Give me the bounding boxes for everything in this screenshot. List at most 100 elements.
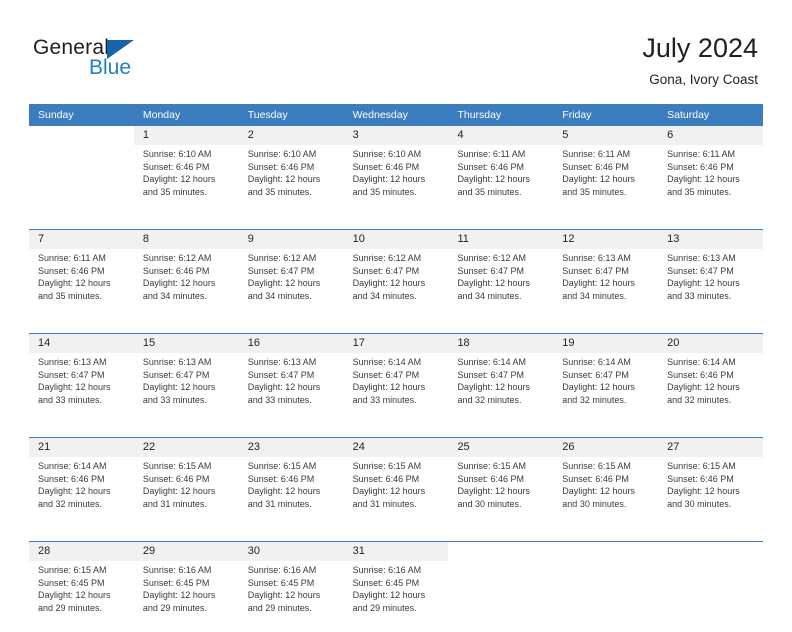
calendar-grid: Sunday Monday Tuesday Wednesday Thursday Frid… [29,104,764,632]
daylight-text: Daylight: 12 hours [247,590,321,601]
daylight-text: Daylight: 12 hours [352,486,426,497]
daylight-text-cont: and 34 minutes. [142,290,207,301]
day-number: 21 [29,438,134,457]
sunrise-text: Sunrise: 6:15 AM [142,461,212,471]
day-details [448,561,554,632]
day-number: 9 [238,230,344,249]
day-number: 16 [238,334,344,353]
daylight-text: Daylight: 12 hours [247,174,321,185]
daylight-text-cont: and 29 minutes. [352,602,417,613]
calendar-day-cell[interactable]: 22 Sunrise: 6:15 AM Sunset: 6:46 PM Dayligh… [133,438,239,528]
calendar-day-cell[interactable]: 17 Sunrise: 6:14 AM Sunset: 6:47 PM Dayligh… [343,334,449,424]
week-spacer [29,528,763,541]
day-number: 12 [553,230,659,249]
weekday-header-saturday: Saturday [667,109,710,121]
calendar-day-cell[interactable]: 23 Sunrise: 6:15 AM Sunset: 6:46 PM Dayligh… [238,438,344,528]
calendar-day-cell[interactable]: 24 Sunrise: 6:15 AM Sunset: 6:46 PM Dayligh… [343,438,449,528]
daylight-text: Daylight: 12 hours [352,174,426,185]
page-header: General Blue July 2024 Gona, Ivory Coast [0,0,792,100]
calendar-day-cell[interactable]: 8 Sunrise: 6:12 AM Sunset: 6:46 PM Daylight… [133,230,239,320]
day-number: 4 [448,126,554,145]
sunset-text: Sunset: 6:47 PM [142,369,210,380]
day-number [29,126,134,145]
day-number: 7 [29,230,134,249]
daylight-text: Daylight: 12 hours [247,486,321,497]
calendar-day-cell[interactable]: 21 Sunrise: 6:14 AM Sunset: 6:46 PM Dayligh… [29,438,134,528]
sunrise-text: Sunrise: 6:15 AM [562,461,631,471]
daylight-text: Daylight: 12 hours [457,382,530,393]
calendar-day-cell[interactable]: 19 Sunrise: 6:14 AM Sunset: 6:47 PM Dayligh… [553,334,659,424]
sunrise-text: Sunrise: 6:14 AM [562,357,631,367]
calendar-day-cell[interactable]: 6 Sunrise: 6:11 AM Sunset: 6:46 PM Daylight… [658,126,764,216]
daylight-text-cont: and 33 minutes. [352,394,417,405]
calendar-day-cell[interactable]: 27 Sunrise: 6:15 AM Sunset: 6:46 PM Dayligh… [658,438,764,528]
daylight-text: Daylight: 12 hours [457,174,530,185]
calendar-day-empty [448,542,554,632]
calendar-day-cell[interactable]: 16 Sunrise: 6:13 AM Sunset: 6:47 PM Dayligh… [238,334,344,424]
calendar-day-cell[interactable]: 2 Sunrise: 6:10 AM Sunset: 6:46 PM Daylight… [238,126,344,216]
calendar-day-cell[interactable]: 13 Sunrise: 6:13 AM Sunset: 6:47 PM Dayligh… [658,230,764,320]
calendar-day-cell[interactable]: 15 Sunrise: 6:13 AM Sunset: 6:47 PM Dayligh… [133,334,239,424]
daylight-text-cont: and 34 minutes. [247,290,312,301]
calendar-day-cell[interactable]: 9 Sunrise: 6:12 AM Sunset: 6:47 PM Daylight… [238,230,344,320]
day-details: Sunrise: 6:13 AM Sunset: 6:47 PM Daylight:… [29,353,134,424]
calendar-day-cell[interactable]: 20 Sunrise: 6:14 AM Sunset: 6:46 PM Dayligh… [658,334,764,424]
weekday-header-sunday: Sunday [38,109,74,121]
day-number: 6 [658,126,764,145]
day-details: Sunrise: 6:14 AM Sunset: 6:46 PM Daylight:… [658,353,763,424]
sunset-text: Sunset: 6:45 PM [352,577,420,588]
day-number: 13 [658,230,764,249]
day-number: 24 [343,438,449,457]
calendar-day-cell[interactable]: 1 Sunrise: 6:10 AM Sunset: 6:46 PM Daylight… [133,126,239,216]
day-details: Sunrise: 6:10 AM Sunset: 6:46 PM Daylight:… [344,145,449,216]
calendar-day-cell[interactable]: 29 Sunrise: 6:16 AM Sunset: 6:45 PM Dayligh… [133,542,239,632]
daylight-text: Daylight: 12 hours [247,382,321,393]
sunset-text: Sunset: 6:47 PM [38,369,105,380]
calendar-day-cell[interactable]: 31 Sunrise: 6:16 AM Sunset: 6:45 PM Dayligh… [343,542,449,632]
daylight-text-cont: and 35 minutes. [142,186,207,197]
calendar-day-cell[interactable]: 10 Sunrise: 6:12 AM Sunset: 6:47 PM Dayligh… [343,230,449,320]
calendar-day-cell[interactable]: 26 Sunrise: 6:15 AM Sunset: 6:46 PM Dayligh… [553,438,659,528]
sunset-text: Sunset: 6:46 PM [38,473,105,484]
calendar-day-cell[interactable]: 25 Sunrise: 6:15 AM Sunset: 6:46 PM Dayligh… [448,438,554,528]
daylight-text: Daylight: 12 hours [562,174,635,185]
day-number: 27 [658,438,764,457]
calendar-day-cell[interactable]: 18 Sunrise: 6:14 AM Sunset: 6:47 PM Dayligh… [448,334,554,424]
calendar-day-empty [658,542,764,632]
sunrise-text: Sunrise: 6:11 AM [38,253,106,263]
calendar-day-cell[interactable]: 4 Sunrise: 6:11 AM Sunset: 6:46 PM Daylight… [448,126,554,216]
calendar-page: General Blue July 2024 Gona, Ivory Coast… [0,0,792,632]
day-details: Sunrise: 6:11 AM Sunset: 6:46 PM Daylight:… [29,249,134,320]
brand-logo[interactable]: General Blue [33,36,213,86]
brand-name-blue: Blue [89,56,132,79]
day-details: Sunrise: 6:15 AM Sunset: 6:46 PM Daylight:… [553,457,658,528]
sunset-text: Sunset: 6:46 PM [667,369,734,380]
weekday-header-friday: Friday [562,109,592,121]
daylight-text: Daylight: 12 hours [352,382,426,393]
week-spacer [29,216,763,229]
sunset-text: Sunset: 6:46 PM [142,265,210,276]
sunrise-text: Sunrise: 6:13 AM [247,357,317,367]
sunset-text: Sunset: 6:46 PM [457,473,524,484]
daylight-text: Daylight: 12 hours [142,174,216,185]
calendar-day-cell[interactable]: 11 Sunrise: 6:12 AM Sunset: 6:47 PM Dayligh… [448,230,554,320]
calendar-day-cell[interactable]: 12 Sunrise: 6:13 AM Sunset: 6:47 PM Dayligh… [553,230,659,320]
calendar-day-cell[interactable]: 14 Sunrise: 6:13 AM Sunset: 6:47 PM Dayligh… [29,334,134,424]
day-number: 8 [133,230,239,249]
daylight-text: Daylight: 12 hours [142,486,216,497]
calendar-day-cell[interactable]: 28 Sunrise: 6:15 AM Sunset: 6:45 PM Dayligh… [29,542,134,632]
calendar-day-cell[interactable]: 5 Sunrise: 6:11 AM Sunset: 6:46 PM Daylight… [553,126,659,216]
sunset-text: Sunset: 6:46 PM [562,473,629,484]
sunrise-text: Sunrise: 6:11 AM [562,149,631,159]
calendar-day-cell[interactable]: 3 Sunrise: 6:10 AM Sunset: 6:46 PM Daylight… [343,126,449,216]
daylight-text: Daylight: 12 hours [142,278,216,289]
calendar-day-cell[interactable]: 7 Sunrise: 6:11 AM Sunset: 6:46 PM Daylight… [29,230,134,320]
daylight-text-cont: and 35 minutes. [38,290,103,301]
sunrise-text: Sunrise: 6:12 AM [247,253,317,263]
calendar-day-cell[interactable]: 30 Sunrise: 6:16 AM Sunset: 6:45 PM Dayligh… [238,542,344,632]
calendar-week-row: 7 Sunrise: 6:11 AM Sunset: 6:46 PM Daylight… [29,229,764,320]
daylight-text: Daylight: 12 hours [562,486,635,497]
sunset-text: Sunset: 6:46 PM [352,161,420,172]
day-number: 18 [448,334,554,353]
daylight-text-cont: and 29 minutes. [142,602,207,613]
